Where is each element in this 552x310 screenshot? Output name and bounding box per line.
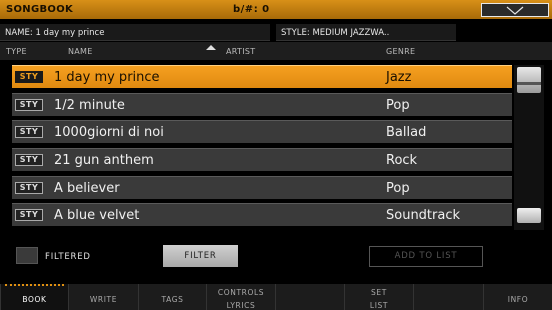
tab-bar: BOOK WRITE TAGS CONTROLS LYRICS SET LIST…: [0, 284, 552, 310]
list-item[interactable]: STY A believer Pop: [12, 176, 512, 199]
selected-name-field: NAME: 1 day my prince: [0, 24, 270, 41]
list-item[interactable]: STY 1000giorni di noi Ballad: [12, 120, 512, 143]
song-name: 21 gun anthem: [54, 153, 154, 168]
type-badge: STY: [15, 126, 43, 138]
column-header-type[interactable]: TYPE: [6, 47, 27, 56]
song-genre: Pop: [386, 98, 410, 113]
song-genre: Ballad: [386, 125, 427, 140]
song-name: 1/2 minute: [54, 98, 125, 113]
tab-label-line2: LYRICS: [226, 301, 256, 310]
tab-controls-lyrics[interactable]: CONTROLS LYRICS: [206, 284, 275, 310]
scroll-down-button[interactable]: [517, 208, 541, 223]
tab-label: TAGS: [161, 295, 184, 304]
selected-name-text: NAME: 1 day my prince: [5, 28, 105, 38]
song-genre: Rock: [386, 153, 418, 168]
song-genre: Jazz: [386, 70, 412, 85]
tab-empty-1: [275, 284, 344, 310]
song-genre: Pop: [386, 181, 410, 196]
song-name: A blue velvet: [54, 208, 140, 223]
tab-set-list[interactable]: SET LIST: [344, 284, 413, 310]
list-item[interactable]: STY 1/2 minute Pop: [12, 93, 512, 116]
selected-style-field: STYLE: MEDIUM JAZZWA..: [276, 24, 456, 41]
filtered-label: FILTERED: [45, 252, 91, 262]
tab-label: WRITE: [89, 295, 118, 304]
column-header-artist[interactable]: ARTIST: [226, 47, 255, 56]
tab-label-line2: LIST: [369, 301, 389, 310]
tab-write[interactable]: WRITE: [68, 284, 138, 310]
type-badge: STY: [15, 99, 43, 111]
song-list: STY 1 day my prince Jazz STY 1/2 minute …: [12, 65, 512, 230]
song-genre: Soundtrack: [386, 208, 461, 223]
type-badge: STY: [15, 154, 43, 166]
tab-book[interactable]: BOOK: [0, 284, 68, 310]
list-item[interactable]: STY 21 gun anthem Rock: [12, 148, 512, 171]
list-item[interactable]: STY 1 day my prince Jazz: [12, 65, 512, 88]
tab-empty-2: [413, 284, 483, 310]
top-bar: SONGBOOK b/#: 0: [0, 0, 552, 19]
song-name: 1 day my prince: [54, 70, 160, 85]
filter-button[interactable]: FILTER: [163, 245, 238, 267]
selected-style-text: STYLE: MEDIUM JAZZWA..: [281, 28, 390, 38]
add-to-list-button[interactable]: ADD TO LIST: [369, 246, 483, 267]
tab-label-line1: CONTROLS: [217, 288, 265, 297]
page-menu-button[interactable]: [481, 3, 549, 17]
scroll-thumb[interactable]: [517, 67, 541, 93]
tab-label: BOOK: [22, 295, 47, 304]
tab-info[interactable]: INFO: [483, 284, 552, 310]
tab-tags[interactable]: TAGS: [138, 284, 206, 310]
type-badge: STY: [15, 209, 43, 221]
tab-label: INFO: [507, 295, 529, 304]
transpose-readout: b/#: 0: [233, 4, 270, 15]
chevron-down-icon: [506, 6, 524, 15]
song-name: 1000giorni di noi: [54, 125, 164, 140]
tab-label-line1: SET: [371, 288, 387, 297]
column-header-genre[interactable]: GENRE: [386, 47, 415, 56]
column-headers: TYPE NAME ARTIST GENRE: [0, 42, 552, 60]
page-title: SONGBOOK: [6, 4, 74, 15]
sort-ascending-icon: [206, 45, 216, 50]
type-badge: STY: [15, 71, 43, 83]
column-header-name[interactable]: NAME: [68, 47, 93, 56]
type-badge: STY: [15, 182, 43, 194]
song-name: A believer: [54, 181, 120, 196]
filtered-checkbox[interactable]: [16, 247, 38, 264]
list-item[interactable]: STY A blue velvet Soundtrack: [12, 203, 512, 226]
list-scrollbar[interactable]: [514, 65, 544, 230]
